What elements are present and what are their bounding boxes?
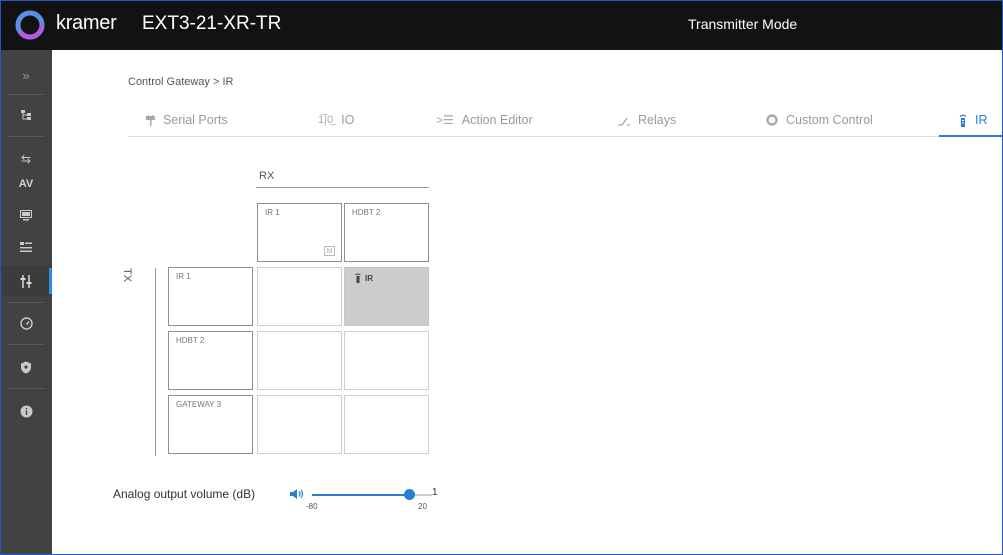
tab-label: Relays [638,113,677,127]
ir-remote-icon [959,114,967,127]
tx-axis-label: TX [121,268,133,283]
sidebar-divider [8,344,44,345]
sidebar-item-network[interactable] [0,100,52,130]
sidebar: » ⇆ AV [0,50,52,555]
breadcrumb: Control Gateway > IR [128,76,234,88]
route-cell-gateway3-hdbt2[interactable] [344,395,429,454]
route-cell-hdbt2-ir1[interactable] [257,331,342,390]
route-label: IR [365,273,373,283]
volume-value: 1 [432,487,438,498]
volume-slider-thumb[interactable] [404,489,416,500]
tx-port-ir-1: IR 1 [168,267,253,326]
sidebar-item-display[interactable] [0,200,52,230]
rx-port-label: HDBT 2 [352,208,381,217]
route-tag: IR [355,273,373,283]
volume-label: Analog output volume (dB) [113,487,256,501]
sidebar-divider [8,94,44,95]
route-cell-ir1-hdbt2[interactable]: IR [344,267,429,326]
route-cell-gateway3-ir1[interactable] [257,395,342,454]
tx-port-hdbt-2: HDBT 2 [168,331,253,390]
tab-bar: Serial Ports 1̅|0̲ IO >☰ Action Editor R… [128,103,1003,137]
tab-serial-ports[interactable]: Serial Ports [146,103,228,137]
tab-label: Action Editor [461,113,533,127]
info-icon [20,405,32,417]
tab-label: IR [975,113,988,127]
display-icon [20,209,32,220]
network-icon [21,110,31,120]
tx-port-gateway-3: GATEWAY 3 [168,395,253,454]
control-gateway-icon [20,274,32,288]
sidebar-divider [8,302,44,303]
rx-port-hdbt-2: HDBT 2 [344,203,429,262]
sidebar-item-control-gateway[interactable] [0,266,52,296]
sidebar-item-av[interactable]: AV [0,169,52,199]
ir-remote-icon [355,273,361,283]
io-icon: 1̅|0̲ [318,114,334,126]
serial-port-icon [146,114,155,126]
tab-io[interactable]: 1̅|0̲ IO [318,103,354,137]
top-header: kramer EXT3-21-XR-TR Transmitter Mode [0,0,1003,50]
expand-icon: » [22,67,30,83]
sidebar-item-security[interactable] [0,352,52,382]
rx-port-ir-1: IR 1 M [257,203,342,262]
settings-list-icon [20,242,32,252]
volume-max-label: 20 [418,502,427,511]
tab-label: IO [341,113,355,127]
volume-slider[interactable] [312,489,432,500]
brand-name: kramer [56,12,117,34]
volume-slider-fill [312,494,410,496]
device-mode: Transmitter Mode [688,16,798,32]
av-icon: AV [18,178,34,190]
route-cell-hdbt2-hdbt2[interactable] [344,331,429,390]
rx-axis-line [256,187,429,188]
tx-port-label: HDBT 2 [176,336,205,345]
sidebar-divider [8,136,44,137]
diagnostics-icon [19,316,33,330]
route-cell-ir1-ir1[interactable] [257,267,342,326]
tab-relays[interactable]: Relays [618,103,676,137]
action-editor-icon: >☰ [436,113,454,127]
rx-port-label: IR 1 [265,208,280,217]
kramer-logo-icon [15,10,45,40]
tab-label: Custom Control [786,113,873,127]
speaker-icon[interactable] [289,487,305,501]
sidebar-divider [8,388,44,389]
sidebar-expand-button[interactable]: » [0,60,52,90]
tab-ir[interactable]: IR [959,103,988,137]
custom-control-icon [766,114,778,126]
m-badge[interactable]: M [324,246,335,256]
tx-port-label: IR 1 [176,272,191,281]
tx-axis-line [155,268,156,456]
security-shield-icon [21,361,31,373]
device-name: EXT3-21-XR-TR [142,13,282,34]
tx-port-label: GATEWAY 3 [176,400,222,409]
rx-axis-label: RX [259,170,275,182]
tab-action-editor[interactable]: >☰ Action Editor [436,103,533,137]
sidebar-item-info[interactable] [0,396,52,426]
active-tab-indicator [939,135,1003,137]
relay-icon [618,115,630,126]
tab-label: Serial Ports [163,113,228,127]
tab-custom-control[interactable]: Custom Control [766,103,873,137]
volume-min-label: -80 [306,502,318,511]
sidebar-item-settings-list[interactable] [0,232,52,262]
sidebar-item-diagnostics[interactable] [0,308,52,338]
auto-switch-icon: ⇆ [20,152,32,166]
